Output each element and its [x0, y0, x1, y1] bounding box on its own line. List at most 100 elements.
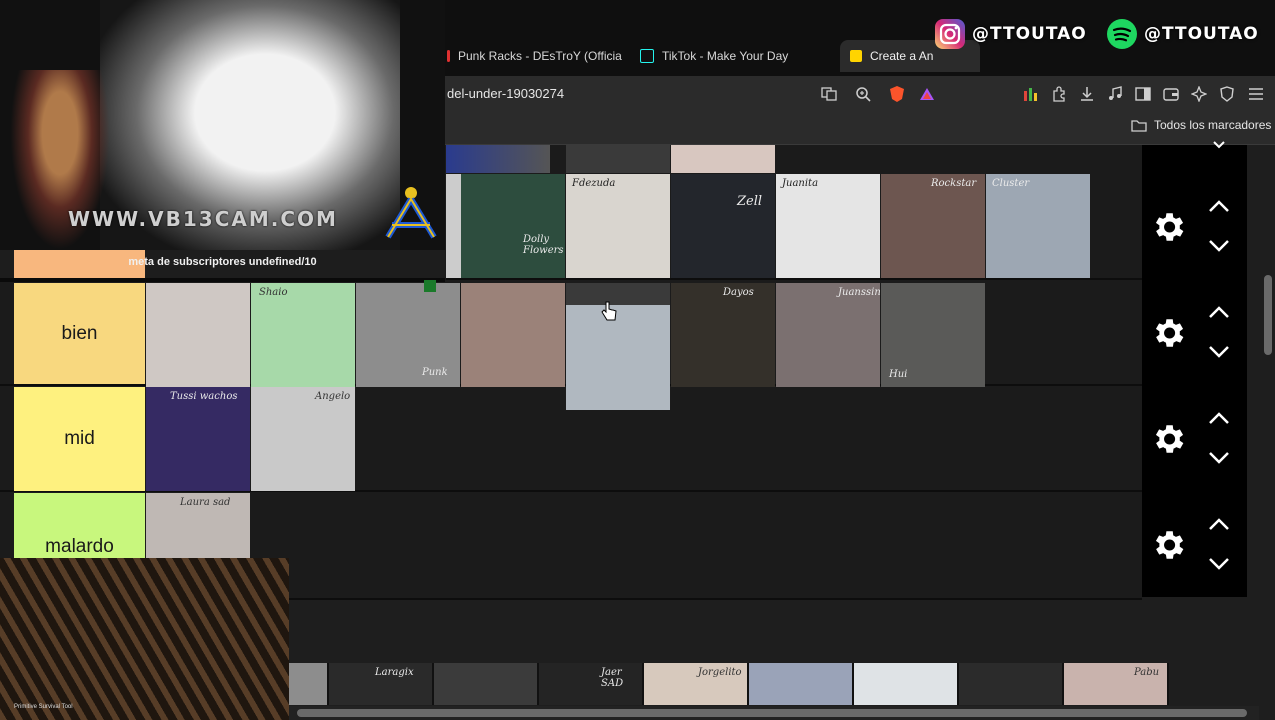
subscriber-goal-bar: meta de subscriptores undefined/10	[0, 250, 445, 292]
vpn-shield-icon[interactable]	[1217, 84, 1237, 104]
move-down-button[interactable]	[1202, 342, 1236, 362]
tier-image[interactable]	[446, 174, 461, 278]
tray-image[interactable]	[434, 663, 537, 705]
tier-label-bien[interactable]: bien	[14, 283, 145, 384]
image-caption: Punk	[422, 367, 448, 378]
tray-image[interactable]	[749, 663, 852, 705]
gear-icon[interactable]	[1146, 311, 1190, 355]
tray-image[interactable]	[854, 663, 957, 705]
tier-image[interactable]: Dolly Flowers	[461, 174, 565, 278]
image-caption: Zell	[737, 194, 763, 209]
tray-image[interactable]: Jorgelito	[644, 663, 747, 705]
tier-image[interactable]: Rockstar	[881, 174, 985, 278]
video-caption: Primitive Survival Tool	[14, 704, 73, 710]
tier-image[interactable]: Tussi wachos	[146, 387, 250, 491]
tier-image[interactable]	[461, 283, 565, 387]
tier-image[interactable]: Juanssin	[776, 283, 880, 387]
tier-image[interactable]: Angelo	[251, 387, 355, 491]
translate-icon[interactable]	[819, 84, 839, 104]
media-icon[interactable]	[1105, 84, 1125, 104]
image-caption: Tussi wachos	[170, 391, 238, 402]
move-down-button[interactable]	[1202, 236, 1236, 256]
image-caption: Dolly Flowers	[523, 234, 564, 256]
move-up-button[interactable]	[1202, 196, 1236, 216]
image-caption: Hui	[889, 369, 908, 380]
wallet-icon[interactable]	[1161, 84, 1181, 104]
tier-image[interactable]: Dayos	[671, 283, 775, 387]
image-caption: Juanita	[782, 178, 819, 189]
kick-icon	[424, 280, 436, 292]
gear-icon[interactable]	[1146, 523, 1190, 567]
tier-label-malardo[interactable]: malardo	[14, 493, 145, 558]
tier-label-mid[interactable]: mid	[14, 387, 145, 491]
move-up-button[interactable]	[1202, 302, 1236, 322]
tier-image[interactable]: Juanita	[776, 174, 880, 278]
image-caption: Shaio	[259, 287, 288, 298]
all-bookmarks-label: Todos los marcadores	[1154, 118, 1272, 132]
tiermaker-icon	[850, 50, 862, 62]
image-caption: Angelo	[315, 391, 351, 402]
chevron-down-icon[interactable]	[1202, 140, 1236, 150]
tier-image[interactable]	[566, 145, 670, 173]
zoom-icon[interactable]	[853, 84, 873, 104]
unranked-image-tray: Laragix Jaer SAD Jorgelito Pabu	[289, 663, 1169, 705]
tier-image[interactable]: Shaio	[251, 283, 355, 387]
image-caption: Laura sad	[180, 497, 231, 508]
image-caption: Laragix	[375, 667, 414, 678]
image-caption: Cluster	[992, 178, 1030, 189]
video-frame	[0, 558, 289, 720]
move-down-button[interactable]	[1202, 448, 1236, 468]
youtube-icon	[447, 50, 450, 62]
scrollbar-thumb[interactable]	[1264, 275, 1272, 355]
brave-shield-icon[interactable]	[887, 84, 907, 104]
sidebar-icon[interactable]	[1133, 84, 1153, 104]
tab-punk-racks[interactable]: Punk Racks - DEsTroY (Official M	[447, 40, 622, 72]
tier-image[interactable]: Zell	[671, 174, 775, 278]
menu-icon[interactable]	[1246, 84, 1266, 104]
image-caption: Pabu	[1134, 667, 1160, 678]
scrollbar-thumb[interactable]	[297, 709, 1247, 717]
image-caption: Juanssin	[838, 287, 880, 298]
tier-image[interactable]: Cluster	[986, 174, 1090, 278]
tray-image[interactable]	[289, 663, 327, 705]
leo-ai-icon[interactable]	[1189, 84, 1209, 104]
url-field[interactable]: del-under-19030274	[447, 86, 564, 101]
all-bookmarks-button[interactable]: Todos los marcadores	[1131, 118, 1271, 132]
move-up-button[interactable]	[1202, 408, 1236, 428]
tab-label: TikTok - Make Your Day	[662, 49, 789, 63]
brave-rewards-icon[interactable]	[917, 84, 937, 104]
instagram-handle: @TTOUTAO	[934, 18, 1087, 50]
spotify-icon	[1107, 19, 1137, 49]
tray-image[interactable]: Pabu	[1064, 663, 1167, 705]
instagram-handle-text: @TTOUTAO	[972, 24, 1087, 44]
tray-image[interactable]: Jaer SAD	[539, 663, 642, 705]
vertical-scrollbar[interactable]	[1261, 145, 1275, 706]
hand-cursor-icon	[601, 301, 617, 321]
tier-image[interactable]: Laura sad	[146, 493, 250, 558]
tier-image[interactable]: Hui	[881, 283, 985, 387]
image-caption: Rockstar	[931, 178, 977, 189]
tray-image[interactable]	[959, 663, 1062, 705]
spotify-handle: @TTOUTAO	[1106, 18, 1259, 50]
tab-tiktok[interactable]: TikTok - Make Your Day	[640, 40, 815, 72]
spotify-handle-text: @TTOUTAO	[1144, 24, 1259, 44]
folder-icon	[1131, 119, 1147, 132]
image-caption: Jaer SAD	[601, 667, 624, 689]
horizontal-scrollbar[interactable]	[289, 706, 1259, 720]
tier-image[interactable]	[671, 145, 775, 173]
tab-label: Punk Racks - DEsTroY (Official M	[458, 49, 622, 63]
instagram-icon	[935, 19, 965, 49]
tier-image[interactable]	[446, 145, 550, 173]
move-down-button[interactable]	[1202, 554, 1236, 574]
download-icon[interactable]	[1077, 84, 1097, 104]
tier-image[interactable]	[146, 283, 250, 387]
gear-icon[interactable]	[1146, 417, 1190, 461]
equalizer-icon[interactable]	[1021, 84, 1041, 104]
gear-icon[interactable]	[1146, 205, 1190, 249]
tier-image[interactable]: Fdezuda	[566, 174, 670, 278]
webcam-overlay: WWW.VB13CAM.COM	[0, 0, 445, 250]
tier-image[interactable]: Punk	[356, 283, 460, 387]
extensions-icon[interactable]	[1049, 84, 1069, 104]
move-up-button[interactable]	[1202, 514, 1236, 534]
tray-image[interactable]: Laragix	[329, 663, 432, 705]
